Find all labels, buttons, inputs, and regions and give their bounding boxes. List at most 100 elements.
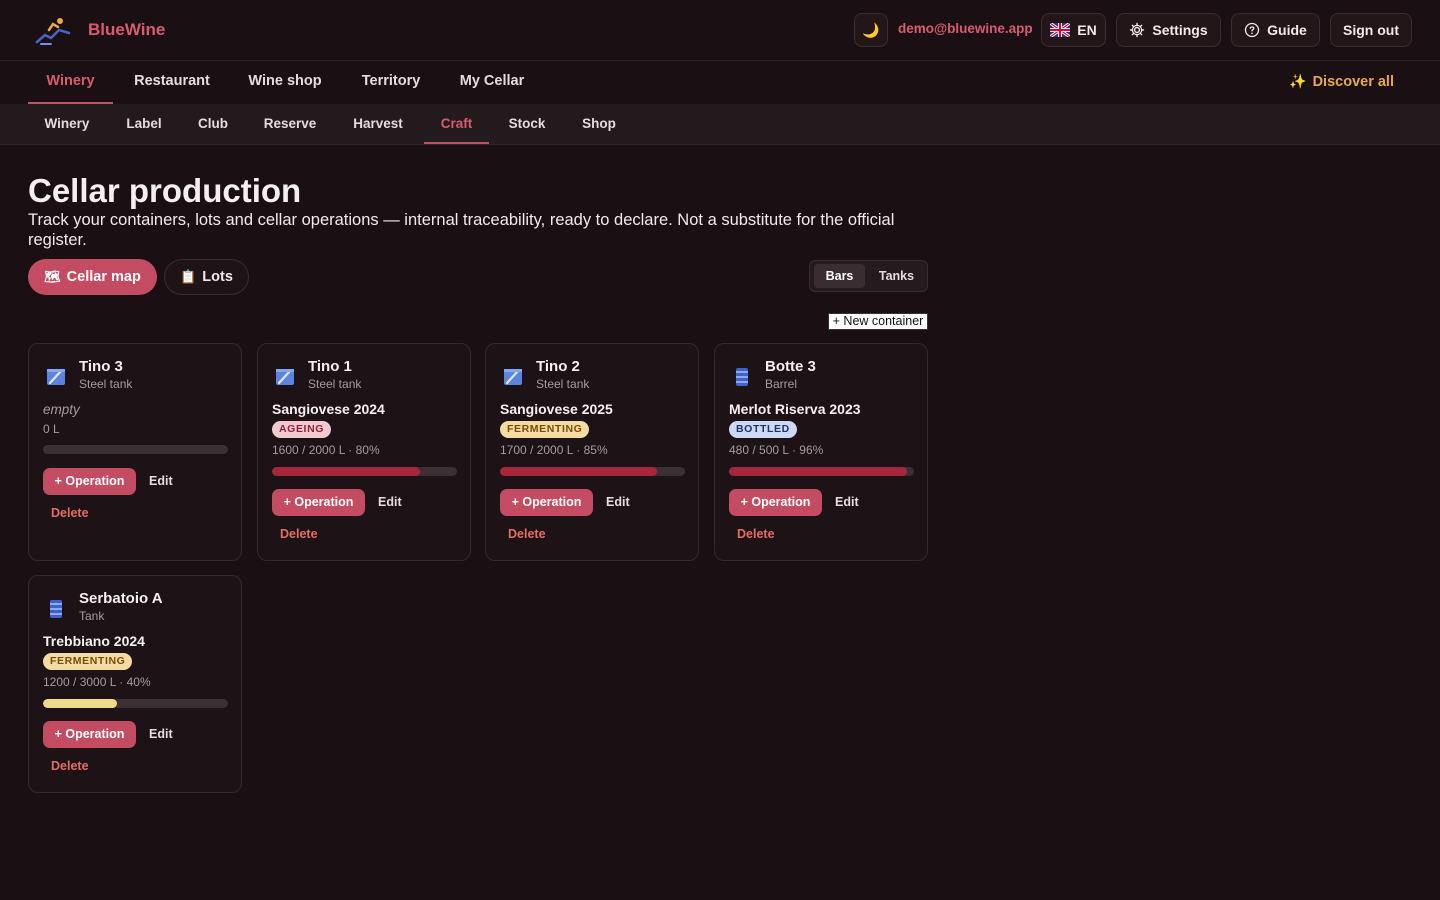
user-email[interactable]: demo@bluewine.app — [898, 21, 1033, 36]
container-quantity: 1200 / 3000 L · 40% — [43, 675, 151, 689]
edit-button[interactable]: Edit — [606, 495, 630, 509]
fill-bar-level — [272, 467, 420, 476]
wine-name: Sangiovese 2025 — [500, 401, 613, 417]
top-bar: BlueWine 🌙 demo@bluewine.app EN Settings… — [0, 0, 1440, 61]
container-name: Tino 1 — [308, 358, 352, 375]
bluewine-logo-icon[interactable] — [35, 16, 73, 48]
language-label: EN — [1077, 22, 1097, 38]
container-quantity: 0 L — [43, 422, 60, 436]
nav-sub-reserve[interactable]: Reserve — [254, 104, 326, 144]
container-card: Tino 2 Steel tank Sangiovese 2025 FERMEN… — [485, 343, 699, 561]
container-type: Barrel — [765, 377, 798, 391]
nav-main-restaurant[interactable]: Restaurant — [121, 61, 223, 104]
nav-sub-stock[interactable]: Stock — [499, 104, 555, 144]
settings-button[interactable]: Settings — [1116, 13, 1221, 47]
lots-label: Lots — [202, 269, 233, 285]
nav-sub-club[interactable]: Club — [188, 104, 238, 144]
delete-button[interactable]: Delete — [51, 759, 89, 773]
container-name: Tino 3 — [79, 358, 123, 375]
discover-all-link[interactable]: ✨ Discover all — [1289, 73, 1394, 90]
brand-name[interactable]: BlueWine — [88, 20, 165, 40]
page-subtitle: Track your containers, lots and cellar o… — [28, 211, 895, 249]
view-tanks-button[interactable]: Tanks — [869, 264, 924, 288]
barrel-icon — [50, 600, 62, 618]
sign-out-button[interactable]: Sign out — [1330, 13, 1412, 47]
page-title: Cellar production — [28, 172, 302, 209]
uk-flag-icon — [1050, 23, 1071, 37]
edit-button[interactable]: Edit — [149, 474, 173, 488]
fill-bar — [272, 467, 457, 476]
fill-bar — [43, 699, 228, 708]
container-name: Tino 2 — [536, 358, 580, 375]
fill-bar — [500, 467, 685, 476]
container-empty-label: empty — [43, 402, 80, 417]
status-badge: FERMENTING — [43, 653, 133, 670]
cellar-map-label: Cellar map — [66, 269, 141, 285]
container-quantity: 1700 / 2000 L · 85% — [500, 443, 608, 457]
nav-main-territory[interactable]: Territory — [348, 61, 434, 104]
steel-tank-icon — [504, 369, 522, 385]
container-quantity: 1600 / 2000 L · 80% — [272, 443, 380, 457]
add-operation-button[interactable]: + Operation — [43, 468, 136, 495]
container-type: Steel tank — [536, 377, 590, 391]
cellar-map-button[interactable]: 🗺 Cellar map — [28, 259, 157, 295]
map-icon: 🗺 — [44, 269, 61, 284]
container-name: Serbatoio A — [79, 590, 163, 607]
delete-button[interactable]: Delete — [51, 506, 89, 520]
settings-label: Settings — [1152, 22, 1208, 38]
view-toggle: Bars Tanks — [809, 260, 928, 292]
status-badge: BOTTLED — [729, 421, 797, 438]
new-container-button[interactable]: + New container — [828, 313, 928, 330]
container-card: Tino 3 Steel tank empty 0 L + Operation … — [28, 343, 242, 561]
container-type: Steel tank — [308, 377, 362, 391]
guide-label: Guide — [1267, 22, 1307, 38]
nav-sub-shop[interactable]: Shop — [573, 104, 625, 144]
add-operation-button[interactable]: + Operation — [729, 489, 822, 516]
clipboard-icon: 📋 — [180, 269, 197, 284]
nav-main-wine-shop[interactable]: Wine shop — [236, 61, 334, 104]
wine-name: Sangiovese 2024 — [272, 401, 385, 417]
edit-button[interactable]: Edit — [835, 495, 859, 509]
nav-main-winery[interactable]: Winery — [28, 61, 113, 104]
nav-sub-craft[interactable]: Craft — [424, 104, 489, 144]
language-button[interactable]: EN — [1041, 13, 1106, 47]
status-badge: AGEING — [272, 421, 332, 438]
fill-bar-level — [729, 467, 907, 476]
help-circle-icon — [1245, 22, 1260, 38]
fill-bar — [43, 445, 228, 454]
fill-bar — [729, 467, 914, 476]
nav-sub-label[interactable]: Label — [116, 104, 172, 144]
edit-button[interactable]: Edit — [378, 495, 402, 509]
main-nav: Winery Restaurant Wine shop Territory My… — [0, 61, 1440, 104]
delete-button[interactable]: Delete — [737, 527, 775, 541]
nav-sub-winery[interactable]: Winery — [34, 104, 100, 144]
delete-button[interactable]: Delete — [280, 527, 318, 541]
moon-icon: 🌙 — [862, 21, 880, 38]
fill-bar-level — [43, 699, 117, 708]
steel-tank-icon — [276, 369, 294, 385]
edit-button[interactable]: Edit — [149, 727, 173, 741]
theme-toggle-button[interactable]: 🌙 — [854, 13, 888, 47]
wine-name: Trebbiano 2024 — [43, 633, 145, 649]
sparkles-icon: ✨ — [1289, 73, 1307, 89]
guide-button[interactable]: Guide — [1231, 13, 1320, 47]
container-card: Tino 1 Steel tank Sangiovese 2024 AGEING… — [257, 343, 471, 561]
add-operation-button[interactable]: + Operation — [43, 721, 136, 748]
container-name: Botte 3 — [765, 358, 816, 375]
nav-sub-harvest[interactable]: Harvest — [342, 104, 414, 144]
view-bars-button[interactable]: Bars — [814, 264, 865, 288]
container-quantity: 480 / 500 L · 96% — [729, 443, 824, 457]
gear-icon — [1130, 22, 1145, 38]
status-badge: FERMENTING — [500, 421, 590, 438]
delete-button[interactable]: Delete — [508, 527, 546, 541]
nav-main-my-cellar[interactable]: My Cellar — [447, 61, 537, 104]
wine-name: Merlot Riserva 2023 — [729, 401, 861, 417]
lots-button[interactable]: 📋 Lots — [164, 259, 249, 295]
steel-tank-icon — [47, 369, 65, 385]
add-operation-button[interactable]: + Operation — [500, 489, 593, 516]
sub-nav: Winery Label Club Reserve Harvest Craft … — [0, 104, 1440, 145]
container-card: Botte 3 Barrel Merlot Riserva 2023 BOTTL… — [714, 343, 928, 561]
add-operation-button[interactable]: + Operation — [272, 489, 365, 516]
barrel-icon — [736, 368, 748, 386]
container-type: Steel tank — [79, 377, 133, 391]
